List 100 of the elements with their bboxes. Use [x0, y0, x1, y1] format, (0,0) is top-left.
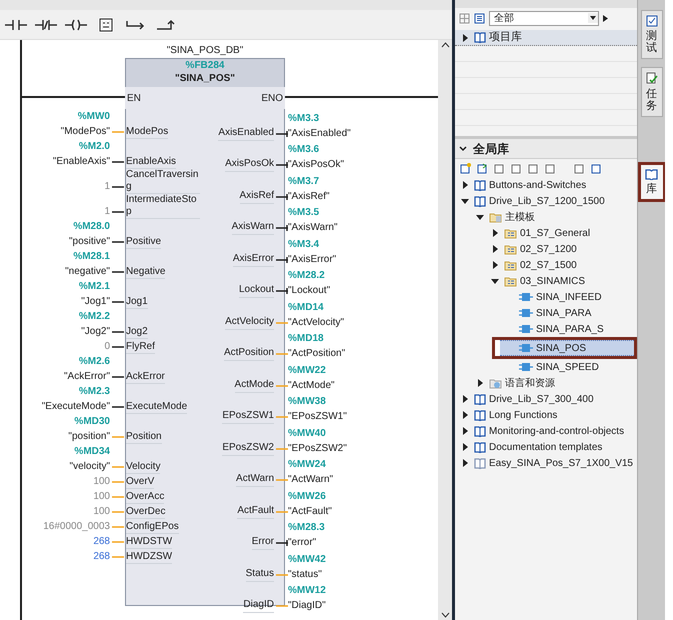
operand-label: "EPosZSW2" — [288, 442, 347, 456]
pin-name: Lockout — [238, 283, 274, 298]
library-tree-item[interactable]: SINA_POS — [500, 340, 634, 356]
pin-name: EPosZSW2 — [222, 440, 274, 456]
pin-name: ActPosition — [224, 346, 274, 361]
folder-icon — [504, 228, 517, 238]
operand-label: "AxisWarn" — [288, 221, 338, 235]
pin-name: Negative — [126, 266, 166, 279]
operand-label: "negative" — [65, 265, 110, 279]
block-icon — [519, 343, 533, 353]
scroll-up-icon[interactable] — [440, 42, 450, 48]
library-tree-item[interactable]: 语言和资源 — [470, 375, 637, 391]
address-label: %MD14 — [288, 300, 324, 314]
library-tree-item[interactable]: Documentation templates — [455, 439, 637, 455]
address-label: %M2.3 — [78, 385, 110, 399]
operand-label: 100 — [93, 490, 110, 504]
expanded-arrow-icon[interactable] — [491, 277, 499, 285]
library-tree-item[interactable]: 02_S7_1500 — [485, 257, 637, 273]
address-label: %MD30 — [74, 415, 110, 429]
pin-name: DiagID — [243, 598, 274, 613]
instance-db-label: "SINA_POS_DB" — [166, 44, 244, 58]
list-view-icon[interactable] — [474, 12, 485, 24]
library-tree-item[interactable]: SINA_INFEED — [500, 289, 637, 305]
operand-label: "Lockout" — [288, 284, 330, 298]
block-name: "SINA_POS" — [174, 72, 236, 85]
address-label: %M2.2 — [78, 310, 110, 324]
library-tree-item[interactable]: 01_S7_General — [485, 225, 637, 241]
block-icon — [519, 362, 533, 372]
operand-label: "ExecuteMode" — [42, 400, 110, 414]
operand-label: "ActFault" — [288, 504, 332, 518]
closed-contact-icon[interactable] — [35, 18, 57, 32]
pin-name: Jog2 — [126, 326, 148, 339]
pin-name: ExecuteMode — [126, 401, 188, 414]
empty-box-icon[interactable] — [98, 16, 114, 32]
chevron-down-icon — [459, 146, 467, 152]
library-tree-item[interactable]: Easy_SINA_Pos_S7_1X00_V15 — [455, 455, 637, 471]
expand-arrow-icon[interactable] — [603, 14, 608, 22]
address-label: %MD34 — [74, 445, 110, 459]
side-tab[interactable]: 库 — [640, 165, 662, 200]
book-icon — [474, 410, 486, 420]
side-tab[interactable]: 测试 — [640, 10, 662, 60]
address-label: %M3.3 — [288, 112, 320, 126]
library-tree-item[interactable]: Monitoring-and-control-objects — [455, 423, 637, 439]
pin-name: Velocity — [126, 461, 160, 474]
operand-label: 100 — [93, 505, 110, 519]
library-tree-item[interactable]: Drive_Lib_S7_1200_1500 — [455, 193, 637, 209]
operand-label: 1 — [104, 180, 110, 194]
pin-name: AckError — [126, 371, 165, 384]
pin-name: ConfigEPos — [126, 521, 179, 534]
book-icon — [474, 32, 486, 43]
pin-name: CancelTraversing — [126, 169, 200, 194]
operand-label: "error" — [288, 536, 316, 550]
pin-name: AxisError — [232, 252, 274, 266]
operand-label: 0 — [104, 340, 110, 354]
library-tree-item[interactable]: SINA_PARA — [500, 305, 637, 321]
library-tree-item[interactable]: 02_S7_1200 — [485, 241, 637, 257]
library-tree-item[interactable]: SINA_PARA_S — [500, 321, 637, 337]
grid-view-icon[interactable] — [459, 12, 470, 24]
pin-name: AxisWarn — [232, 220, 274, 235]
tasks-icon — [646, 72, 658, 86]
address-label: %M28.1 — [73, 250, 110, 264]
library-tree-item[interactable]: SINA_SPEED — [500, 359, 637, 375]
address-label: %MW26 — [288, 490, 326, 504]
library-tree-item[interactable]: Buttons-and-Switches — [455, 177, 637, 193]
pin-name: IntermediateStop — [126, 194, 200, 219]
address-label: %MW40 — [288, 426, 326, 440]
pin-name: Position — [126, 431, 162, 444]
pin-name: OverAcc — [126, 491, 164, 504]
pin-name: AxisRef — [240, 188, 274, 204]
address-label: %MW24 — [288, 458, 326, 472]
pin-name: HWDSTW — [126, 536, 172, 549]
library-tree-item[interactable]: 03_SINAMICS — [485, 273, 637, 289]
block-address: %FB284 — [186, 60, 224, 72]
collapsed-arrow-icon[interactable] — [461, 181, 469, 189]
library-tree-item[interactable]: Long Functions — [455, 407, 637, 423]
address-label: %M2.1 — [78, 280, 110, 294]
pin-name: Jog1 — [126, 296, 148, 309]
vertical-scrollbar[interactable] — [438, 40, 452, 620]
filter-dropdown[interactable]: 全部 — [489, 10, 599, 26]
side-tab[interactable]: 任务 — [640, 67, 662, 118]
operand-label: "AxisRef" — [288, 190, 330, 204]
library-tree-item[interactable]: Drive_Lib_S7_300_400 — [455, 391, 637, 407]
address-label: %MD18 — [288, 332, 324, 346]
operand-label: 1 — [104, 205, 110, 219]
library-tree-item[interactable]: 主模板 — [470, 209, 637, 225]
operand-label: "EPosZSW1" — [288, 410, 347, 424]
block-icon — [519, 324, 533, 334]
operand-label: "EnableAxis" — [52, 155, 110, 169]
library-tree-item[interactable]: 项目库 — [455, 30, 637, 46]
coil-icon[interactable] — [65, 18, 87, 32]
pin-name: AxisEnabled — [218, 126, 274, 140]
contact-icon[interactable] — [5, 18, 27, 32]
block-icon — [519, 308, 533, 318]
operand-label: 16#0000_0003 — [43, 520, 110, 534]
folder-icon — [504, 260, 517, 270]
address-label: %M3.6 — [288, 143, 320, 157]
global-library-header[interactable]: 全局库 — [455, 139, 637, 159]
collapsed-arrow-icon[interactable] — [461, 34, 469, 42]
close-branch-icon[interactable] — [155, 18, 177, 32]
scroll-down-icon[interactable] — [440, 612, 450, 618]
